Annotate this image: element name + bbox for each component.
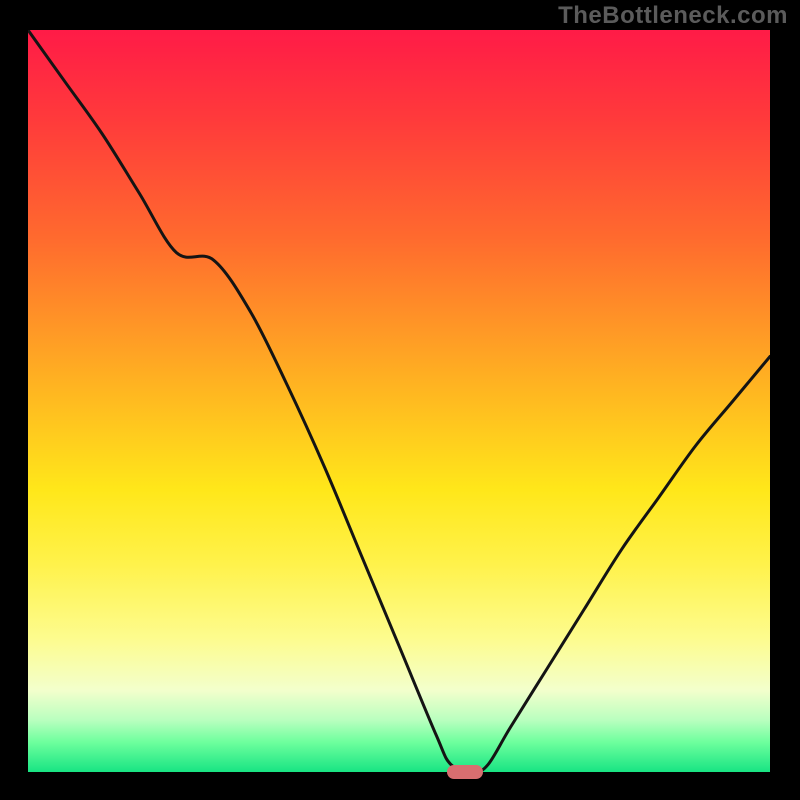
plot-area [28, 30, 770, 772]
chart-frame: TheBottleneck.com [0, 0, 800, 800]
bottleneck-curve [28, 30, 770, 772]
minimum-marker [447, 765, 483, 779]
watermark-text: TheBottleneck.com [558, 2, 788, 30]
